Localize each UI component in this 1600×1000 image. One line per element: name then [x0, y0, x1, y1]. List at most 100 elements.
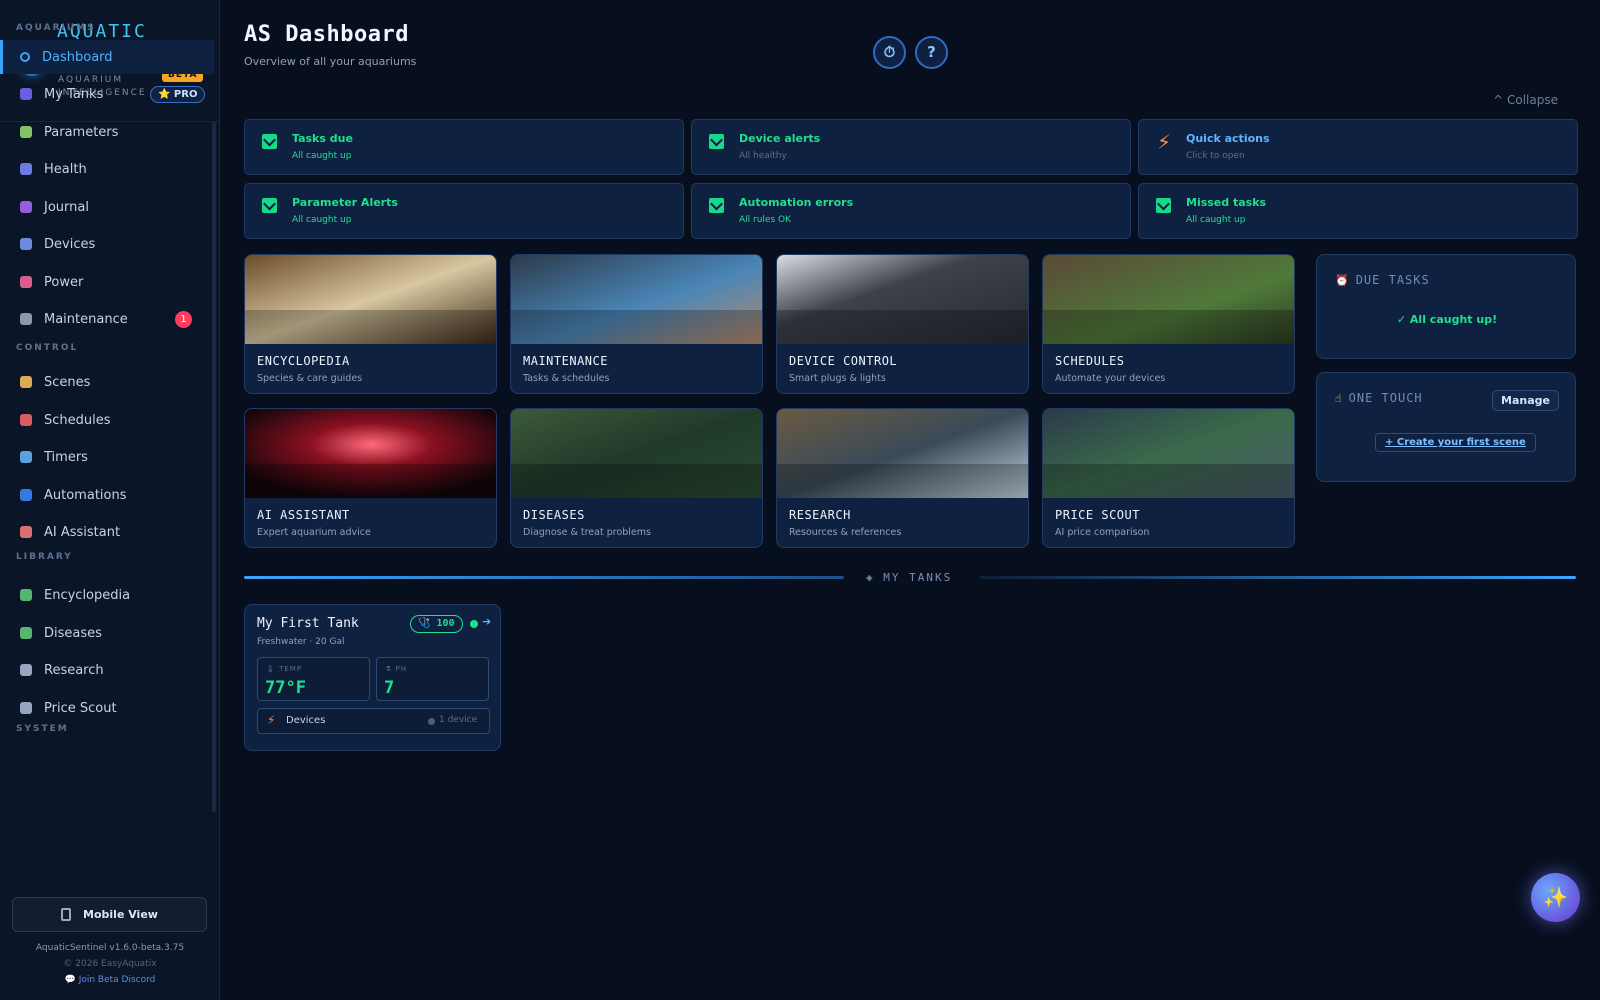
- sidebar-item-label: Health: [44, 161, 87, 177]
- sidebar-item-timers[interactable]: Timers: [0, 440, 214, 474]
- sidebar-item-devices[interactable]: Devices: [0, 227, 214, 261]
- arrow-right-icon[interactable]: ➔: [482, 615, 491, 628]
- status-card-title: Device alerts: [739, 132, 821, 145]
- checkbox-icon: [709, 198, 724, 213]
- nav-section-system: SYSTEM: [16, 724, 69, 734]
- receipt-icon: [20, 702, 32, 714]
- sidebar-item-label: Parameters: [44, 124, 119, 140]
- status-card-tasks-due[interactable]: Tasks due All caught up: [244, 119, 684, 175]
- sidebar-item-my-tanks[interactable]: My Tanks: [0, 77, 214, 111]
- status-card-title: Missed tasks: [1186, 196, 1267, 209]
- tile-title: RESEARCH: [789, 508, 851, 522]
- sidebar-item-label: Power: [44, 274, 84, 290]
- tile-schedules[interactable]: SCHEDULES Automate your devices: [1042, 254, 1295, 394]
- status-card-quick-actions[interactable]: ⚡ Quick actions Click to open: [1138, 119, 1578, 175]
- help-icon: ?: [927, 43, 936, 61]
- temp-label: 🌡 TEMP: [266, 665, 303, 673]
- status-card-missed-tasks[interactable]: Missed tasks All caught up: [1138, 183, 1578, 239]
- sidebar-item-maintenance[interactable]: Maintenance 1: [0, 302, 214, 336]
- tile-image: [245, 409, 496, 498]
- discord-link[interactable]: 💬 Join Beta Discord: [0, 975, 220, 985]
- sidebar-item-diseases[interactable]: Diseases: [0, 616, 214, 650]
- status-card-automation-errors[interactable]: Automation errors All rules OK: [691, 183, 1131, 239]
- tank-devices-row[interactable]: ⚡ Devices 1 device: [257, 708, 490, 734]
- tile-research[interactable]: RESEARCH Resources & references: [776, 408, 1029, 548]
- sidebar-item-schedules[interactable]: Schedules: [0, 403, 214, 437]
- tile-description: AI price comparison: [1055, 527, 1150, 538]
- sidebar-item-journal[interactable]: Journal: [0, 190, 214, 224]
- lightning-icon: ⚡: [1157, 130, 1172, 154]
- tile-image: [777, 255, 1028, 344]
- tile-maintenance[interactable]: MAINTENANCE Tasks & schedules: [510, 254, 763, 394]
- timer-button[interactable]: ⏱: [873, 36, 906, 69]
- sidebar-item-health[interactable]: Health: [0, 152, 214, 186]
- tank-meta: Freshwater · 20 Gal: [257, 637, 345, 647]
- one-touch-title: ONE TOUCH: [1348, 391, 1423, 405]
- ai-assistant-fab[interactable]: ✨: [1531, 873, 1580, 922]
- sidebar-item-price-scout[interactable]: Price Scout: [0, 691, 214, 725]
- sidebar-item-label: Diseases: [44, 625, 102, 641]
- tile-title: ENCYCLOPEDIA: [257, 354, 350, 368]
- page-subtitle: Overview of all your aquariums: [244, 55, 417, 68]
- sidebar-item-label: Devices: [44, 236, 96, 252]
- tile-device-control[interactable]: DEVICE CONTROL Smart plugs & lights: [776, 254, 1029, 394]
- status-card-title: Automation errors: [739, 196, 854, 209]
- mobile-view-button[interactable]: Mobile View: [12, 897, 207, 932]
- nav-section-library: LIBRARY: [16, 552, 73, 562]
- wrench-icon: [20, 313, 32, 325]
- lightning-icon: ⚡: [267, 713, 276, 727]
- status-card-subtitle: All rules OK: [739, 215, 791, 225]
- due-tasks-title: DUE TASKS: [1355, 273, 1430, 287]
- plug-icon: [20, 276, 32, 288]
- maintenance-count-badge: 1: [175, 310, 192, 328]
- tile-image: [1043, 255, 1294, 344]
- collapse-button[interactable]: ^ Collapse: [1493, 93, 1558, 107]
- status-card-title: Tasks due: [292, 132, 353, 145]
- sidebar-item-label: Automations: [44, 487, 127, 503]
- sidebar-item-encyclopedia[interactable]: Encyclopedia: [0, 578, 214, 612]
- globe-icon: [20, 88, 32, 100]
- sidebar-item-parameters[interactable]: Parameters: [0, 115, 214, 149]
- manage-scenes-button[interactable]: Manage: [1492, 390, 1559, 411]
- stopwatch-icon: ⏱: [883, 43, 896, 61]
- sidebar-item-label: Timers: [44, 449, 88, 465]
- book-icon: [20, 201, 32, 213]
- health-score-badge: 🩺 100: [410, 615, 463, 633]
- checkbox-icon: [1156, 198, 1171, 213]
- tile-title: DEVICE CONTROL: [789, 354, 898, 368]
- sidebar-item-scenes[interactable]: Scenes: [0, 365, 214, 399]
- pipette-icon: [20, 126, 32, 138]
- devices-label: Devices: [286, 715, 326, 726]
- tile-description: Expert aquarium advice: [257, 527, 371, 538]
- help-button[interactable]: ?: [915, 36, 948, 69]
- create-scene-button[interactable]: + Create your first scene: [1375, 433, 1536, 452]
- nav-section-aquariums: AQUARIUMS: [16, 23, 96, 33]
- sidebar-item-dashboard[interactable]: Dashboard: [0, 40, 214, 74]
- status-card-parameter-alerts[interactable]: Parameter Alerts All caught up: [244, 183, 684, 239]
- tile-price-scout[interactable]: PRICE SCOUT AI price comparison: [1042, 408, 1295, 548]
- checkbox-icon: [262, 134, 277, 149]
- tile-image: [511, 255, 762, 344]
- tile-image: [1043, 409, 1294, 498]
- ph-label: ⚗ PH: [385, 665, 407, 673]
- sidebar-item-label: Dashboard: [42, 49, 113, 65]
- sidebar-item-label: My Tanks: [44, 86, 104, 102]
- tile-diseases[interactable]: DISEASES Diagnose & treat problems: [510, 408, 763, 548]
- tank-card[interactable]: My First Tank Freshwater · 20 Gal 🩺 100 …: [244, 604, 501, 751]
- device-status-dot: [428, 718, 435, 725]
- due-tasks-card: ⏰ DUE TASKS ✓ All caught up!: [1316, 254, 1576, 359]
- version-text: AquaticSentinel v1.6.0-beta.3.75: [35, 943, 185, 953]
- sidebar-item-power[interactable]: Power: [0, 265, 214, 299]
- ph-value: 7: [384, 678, 395, 698]
- tile-image: [777, 409, 1028, 498]
- tank-name: My First Tank: [257, 616, 359, 631]
- sidebar-scrollbar[interactable]: [212, 122, 216, 812]
- sidebar-item-ai-assistant[interactable]: AI Assistant: [0, 515, 214, 549]
- sidebar-item-research[interactable]: Research: [0, 653, 214, 687]
- sidebar-item-automations[interactable]: Automations: [0, 478, 214, 512]
- status-card-subtitle: Click to open: [1186, 151, 1245, 161]
- status-card-device-alerts[interactable]: Device alerts All healthy: [691, 119, 1131, 175]
- stethoscope-icon: [20, 163, 32, 175]
- tile-ai-assistant[interactable]: AI ASSISTANT Expert aquarium advice: [244, 408, 497, 548]
- tile-encyclopedia[interactable]: ENCYCLOPEDIA Species & care guides: [244, 254, 497, 394]
